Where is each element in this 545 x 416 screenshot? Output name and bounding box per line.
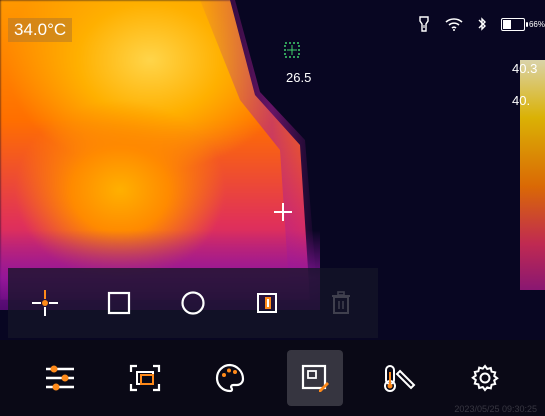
center-temperature: 34.0°C: [8, 18, 73, 42]
capture-frame-button[interactable]: [117, 350, 173, 406]
circle-icon: [181, 291, 205, 315]
cold-spot-value: 26.5: [286, 70, 312, 85]
scale-top-value: 40.3: [512, 61, 538, 76]
battery-percent: 66%: [528, 19, 545, 29]
spot-measure-icon: [32, 290, 58, 316]
scale-second-value: 40.: [512, 93, 531, 108]
thermal-camera-screen: 34.0°C 66% 26.5 40.3 40. 2023/05/25 09:3…: [0, 0, 545, 416]
cold-spot-marker-icon: [284, 42, 300, 58]
palette-box-icon: [257, 293, 277, 313]
image-edit-icon: [301, 364, 329, 392]
image-edit-button[interactable]: [286, 350, 343, 406]
thermometer-icon: [383, 365, 416, 392]
color-palette-icon: [215, 363, 245, 393]
circle-button[interactable]: [175, 285, 211, 321]
flashlight-icon[interactable]: [417, 16, 431, 32]
rectangle-icon: [107, 291, 131, 315]
footer-timestamp: 2023/05/25 09:30:25: [454, 404, 537, 414]
bluetooth-icon: [477, 16, 487, 32]
status-bar: 66%: [417, 14, 545, 34]
delete-icon: [332, 291, 350, 314]
wifi-icon: [445, 17, 463, 31]
adjust-settings-button[interactable]: [32, 350, 88, 406]
settings-sliders-icon: [46, 365, 75, 391]
center-crosshair-icon: [274, 203, 292, 221]
measurement-toolbar: [8, 268, 378, 338]
rectangle-button[interactable]: [101, 285, 137, 321]
spot-measure-button[interactable]: [27, 285, 63, 321]
palette-box-button[interactable]: [249, 285, 285, 321]
battery-icon: [500, 17, 528, 31]
delete-button[interactable]: [323, 285, 359, 321]
system-settings-button[interactable]: [457, 350, 513, 406]
battery-indicator: 66%: [500, 17, 545, 31]
capture-frame-icon: [130, 364, 161, 392]
gear-icon: [470, 364, 499, 392]
temperature-settings-button[interactable]: [372, 350, 428, 406]
color-palette-button[interactable]: [202, 350, 258, 406]
